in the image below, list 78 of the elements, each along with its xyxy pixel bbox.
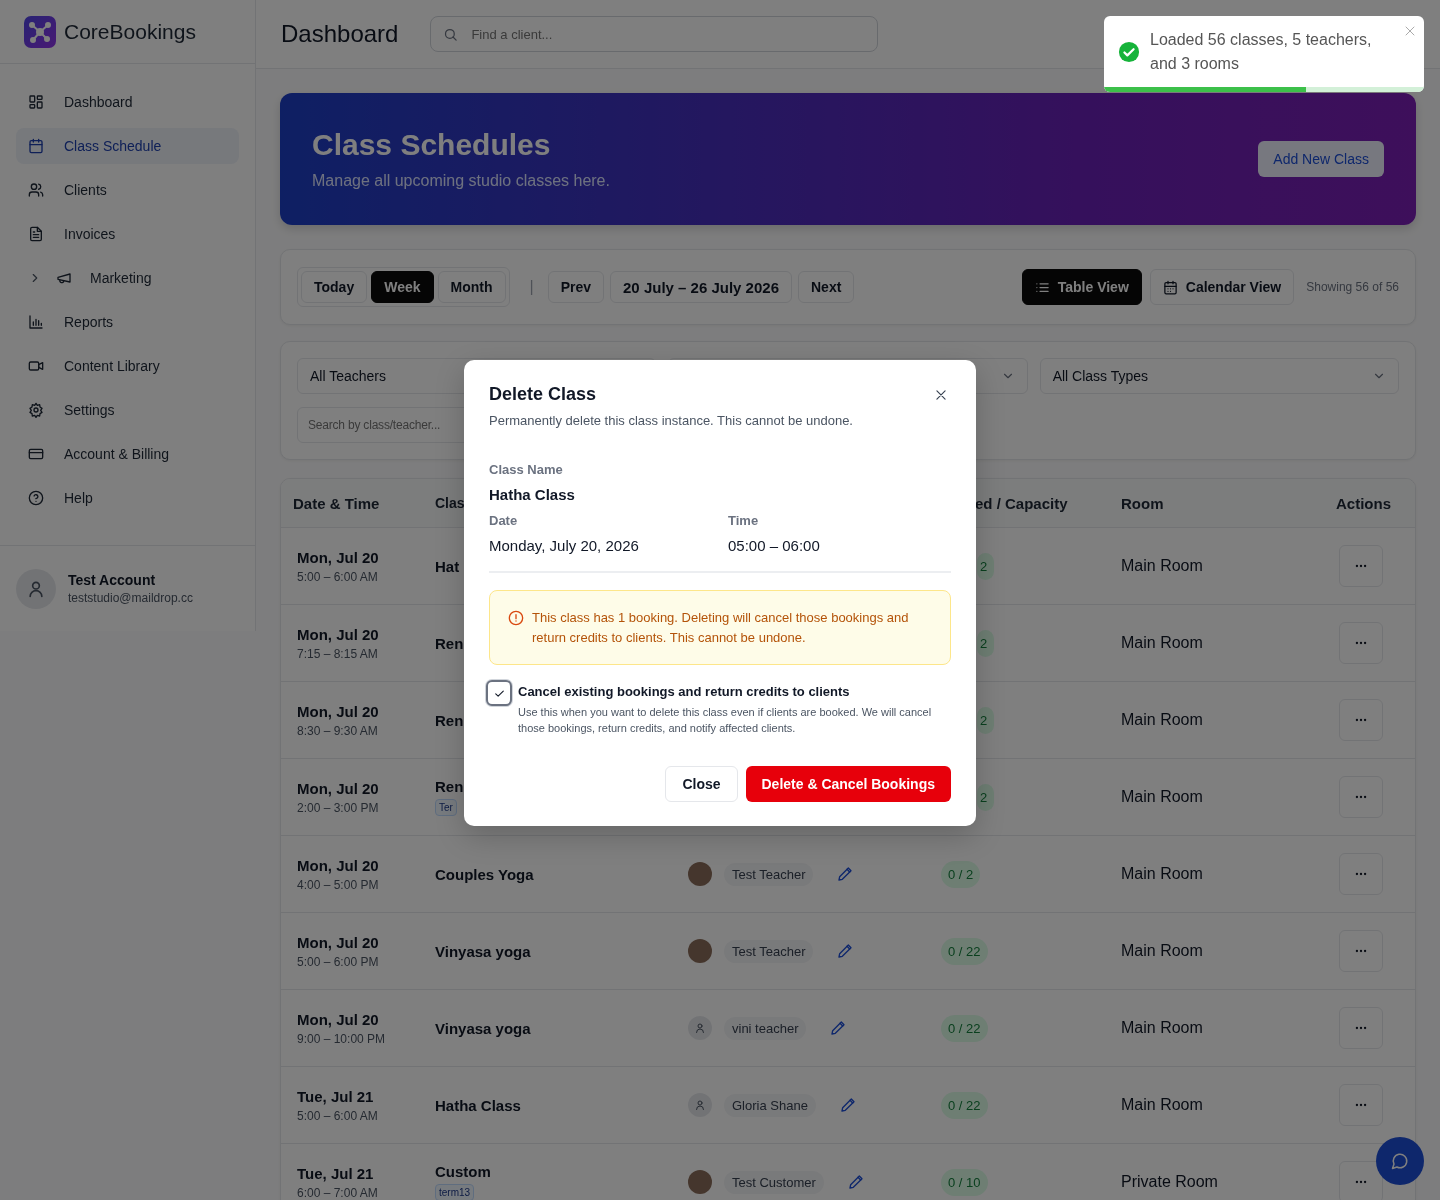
teacher-chip: Test Customer <box>724 1170 824 1194</box>
column-header: Clas <box>435 495 465 511</box>
room-text: Main Room <box>1121 557 1203 575</box>
capacity-badge: 2 <box>977 552 995 580</box>
date-text: Tue, Jul 21 <box>297 1087 374 1105</box>
capacity-badge: 0 / 22 <box>941 1014 988 1042</box>
brand-name: CoreBookings <box>64 19 196 44</box>
class-name: Custom <box>435 1163 491 1180</box>
dialog-title: Delete Class <box>489 384 597 405</box>
checkbox-label: Cancel existing bookings and return credits to clients <box>518 684 851 699</box>
class-name: Ren <box>435 778 464 795</box>
capacity-badge: 0 / 22 <box>941 937 988 965</box>
class-name: Hat <box>435 557 460 575</box>
class-tag: term13 <box>435 1184 475 1200</box>
column-header: Actions <box>1336 494 1391 512</box>
column-header: Date & Time <box>293 494 380 512</box>
capacity-badge: 2 <box>977 706 995 734</box>
time-text: 5:00 – 6:00 AM <box>297 569 378 584</box>
warning-text: This class has 1 booking. Deleting will cancel those bookings and return credits to clients. This cannot be undone. <box>532 609 910 647</box>
capacity-badge: 2 <box>977 783 995 811</box>
capacity-badge: 2 <box>977 629 995 657</box>
time-text: 2:00 – 3:00 PM <box>297 800 379 815</box>
class-name: Ren <box>435 711 464 729</box>
capacity-badge: 0 / 22 <box>941 1091 988 1119</box>
field-value: Monday, July 20, 2026 <box>489 537 640 554</box>
teacher-chip: Test Teacher <box>724 939 814 963</box>
time-text: 8:30 – 9:30 AM <box>297 723 378 738</box>
column-header: ed / Capacity <box>975 494 1068 512</box>
user-email: teststudio@maildrop.cc <box>68 591 193 605</box>
room-text: Main Room <box>1121 865 1203 883</box>
room-text: Main Room <box>1121 634 1203 652</box>
capacity-badge: 0 / 10 <box>941 1168 988 1196</box>
date-text: Mon, Jul 20 <box>297 548 379 566</box>
time-text: 7:15 – 8:15 AM <box>297 646 378 661</box>
page-title: Dashboard <box>281 20 399 48</box>
class-name: Ren <box>435 634 464 652</box>
date-text: Tue, Jul 21 <box>297 1164 374 1182</box>
room-text: Main Room <box>1121 1019 1203 1037</box>
class-name: Couples Yoga <box>435 865 534 883</box>
field-label: Class Name <box>489 462 564 477</box>
help-text: Use this when you want to delete this class even if clients are booked. We will cancel those bookings, return credits, and notify affected clients. <box>518 705 933 736</box>
room-text: Main Room <box>1121 788 1203 806</box>
date-text: Mon, Jul 20 <box>297 779 379 797</box>
toast-message: Loaded 56 classes, 5 teachers, and 3 rooms <box>1150 30 1373 74</box>
field-value: 05:00 – 06:00 <box>728 537 821 554</box>
user-name: Test Account <box>68 572 157 588</box>
time-text: 5:00 – 6:00 AM <box>297 1108 378 1123</box>
result-count: Showing 56 of 56 <box>1306 280 1399 294</box>
class-name: Hatha Class <box>435 1096 521 1114</box>
room-text: Private Room <box>1121 1173 1218 1191</box>
field-label: Date <box>489 513 519 528</box>
field-value: Hatha Class <box>489 486 576 503</box>
date-text: Mon, Jul 20 <box>297 702 379 720</box>
teacher-chip: vini teacher <box>724 1016 807 1040</box>
time-text: 9:00 – 10:00 PM <box>297 1031 386 1046</box>
dialog-description: Permanently delete this class instance. This cannot be undone. <box>489 413 854 428</box>
class-name: Vinyasa yoga <box>435 1019 531 1037</box>
room-text: Main Room <box>1121 1096 1203 1114</box>
column-header: Room <box>1121 494 1164 512</box>
time-text: 6:00 – 7:00 AM <box>297 1185 378 1200</box>
teacher-chip: Gloria Shane <box>724 1093 816 1117</box>
date-text: Mon, Jul 20 <box>297 625 379 643</box>
class-tag: Ter <box>435 799 457 816</box>
date-text: Mon, Jul 20 <box>297 1010 379 1028</box>
date-text: Mon, Jul 20 <box>297 856 379 874</box>
separator-text: | <box>529 278 534 296</box>
banner-subtitle: Manage all upcoming studio classes here. <box>312 172 610 190</box>
room-text: Main Room <box>1121 942 1203 960</box>
class-name: Vinyasa yoga <box>435 942 531 960</box>
teacher-chip: Test Teacher <box>724 862 814 886</box>
date-range: 20 July – 26 July 2026 <box>610 271 792 303</box>
banner-title: Class Schedules <box>312 128 552 162</box>
time-text: 5:00 – 6:00 PM <box>297 954 379 969</box>
room-text: Main Room <box>1121 711 1203 729</box>
capacity-badge: 0 / 2 <box>941 860 981 888</box>
field-label: Time <box>728 513 760 528</box>
time-text: 4:00 – 5:00 PM <box>297 877 379 892</box>
date-text: Mon, Jul 20 <box>297 933 379 951</box>
